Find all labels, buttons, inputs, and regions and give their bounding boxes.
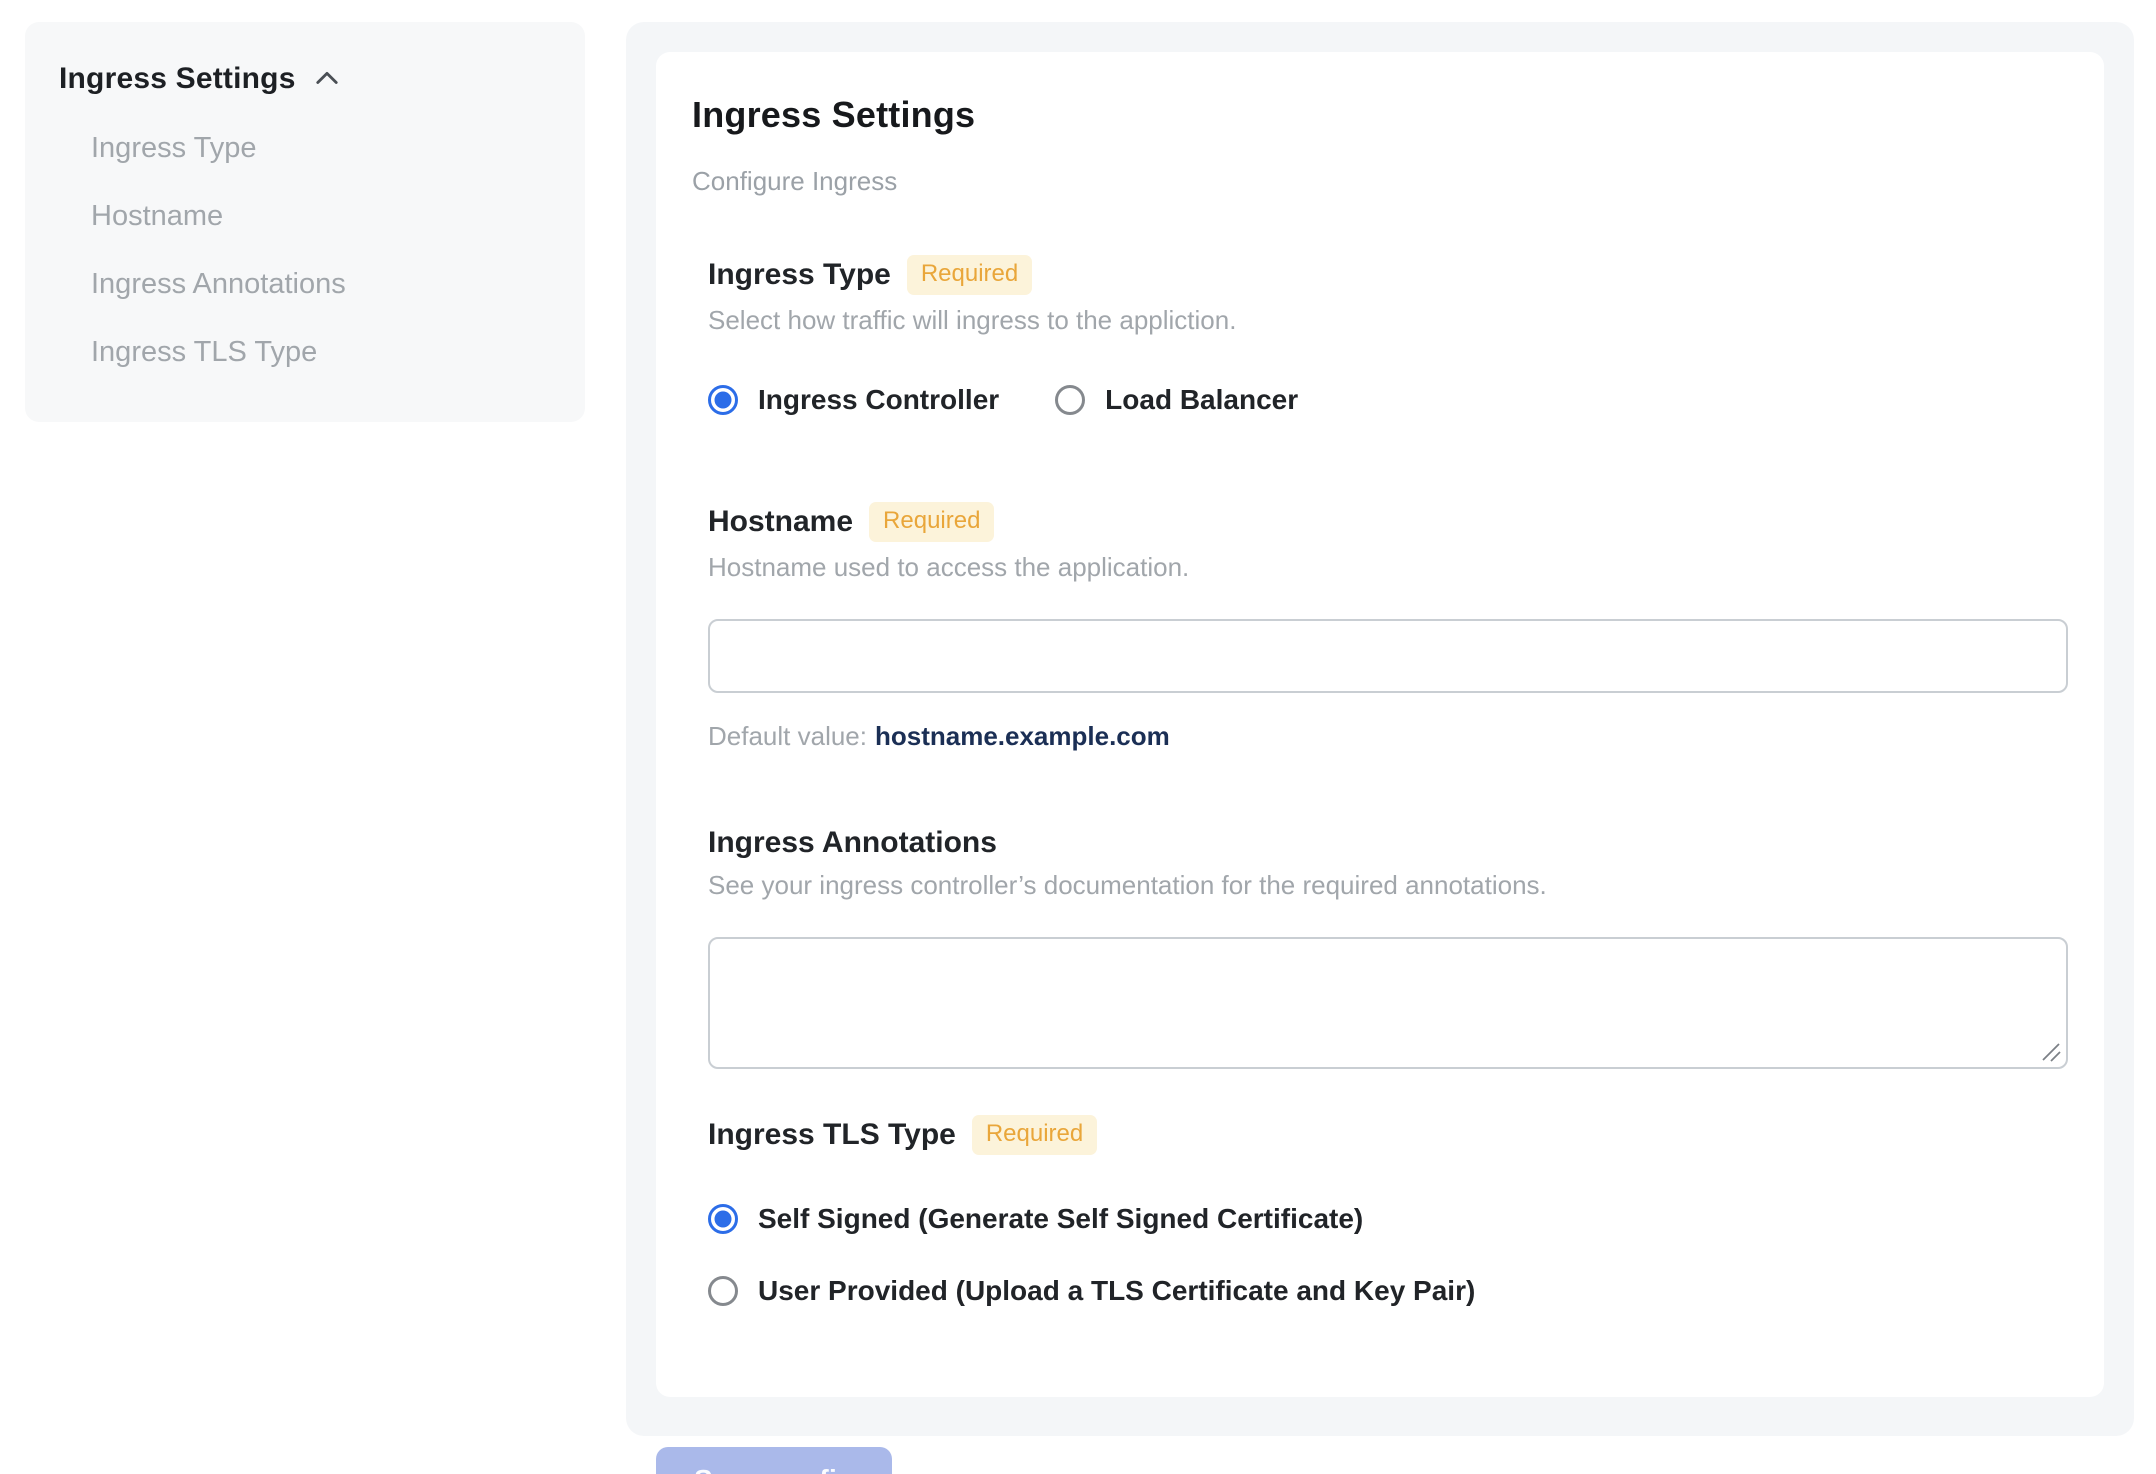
section-hostname: Hostname Required Hostname used to acces… (708, 502, 2068, 752)
radio-self-signed[interactable]: Self Signed (Generate Self Signed Certif… (708, 1203, 2068, 1235)
default-value-label: Default value: (708, 721, 867, 751)
ingress-tls-type-label: Ingress TLS Type (708, 1118, 956, 1151)
sidebar-item-ingress-annotations[interactable]: Ingress Annotations (91, 268, 551, 301)
hostname-default-line: Default value: hostname.example.com (708, 721, 2068, 752)
sidebar-section-title: Ingress Settings (59, 62, 296, 95)
sidebar-item-ingress-type[interactable]: Ingress Type (91, 132, 551, 165)
default-value-text: hostname.example.com (874, 721, 1170, 751)
radio-selected-icon[interactable] (708, 1204, 738, 1234)
required-badge: Required (906, 255, 1033, 295)
section-ingress-tls-type: Ingress TLS Type Required (708, 1115, 2068, 1155)
hostname-input[interactable] (708, 619, 2068, 693)
hostname-description: Hostname used to access the application. (708, 552, 1190, 582)
section-ingress-type: Ingress Type Required Select how traffic… (708, 255, 2068, 336)
radio-unselected-icon[interactable] (1055, 385, 1086, 415)
ingress-type-label: Ingress Type (708, 258, 891, 291)
tls-radio-group: Self Signed (Generate Self Signed Certif… (708, 1203, 2068, 1307)
save-config-button[interactable]: Save config (656, 1447, 893, 1474)
ingress-annotations-description: See your ingress controller’s documentat… (708, 870, 1547, 900)
required-badge: Required (869, 502, 995, 542)
radio-self-signed-label[interactable]: Self Signed (Generate Self Signed Certif… (758, 1203, 1363, 1235)
radio-ingress-controller-label[interactable]: Ingress Controller (758, 384, 999, 416)
chevron-up-icon[interactable] (310, 62, 344, 96)
radio-unselected-icon[interactable] (708, 1276, 738, 1306)
radio-load-balancer[interactable]: Load Balancer (1055, 384, 1298, 416)
section-ingress-annotations: Ingress Annotations See your ingress con… (708, 826, 2068, 1069)
ingress-type-radio-group: Ingress Controller Load Balancer (708, 384, 2068, 416)
hostname-label: Hostname (708, 505, 854, 538)
sidebar-section-toggle[interactable]: Ingress Settings (59, 62, 551, 96)
sidebar-item-list: Ingress Type Hostname Ingress Annotation… (59, 132, 551, 369)
radio-user-provided-label[interactable]: User Provided (Upload a TLS Certificate … (758, 1275, 1475, 1307)
ingress-type-description: Select how traffic will ingress to the a… (708, 305, 1237, 335)
radio-selected-icon[interactable] (708, 385, 738, 415)
radio-load-balancer-label[interactable]: Load Balancer (1105, 384, 1298, 416)
settings-panel: Ingress Settings Configure Ingress Ingre… (626, 22, 2134, 1474)
required-badge: Required (971, 1115, 1098, 1155)
settings-sidebar: Ingress Settings Ingress Type Hostname I… (25, 22, 585, 422)
ingress-annotations-label: Ingress Annotations (708, 826, 997, 859)
ingress-annotations-textarea[interactable] (708, 937, 2068, 1069)
page-title: Ingress Settings (692, 94, 976, 135)
sidebar-item-ingress-tls-type[interactable]: Ingress TLS Type (91, 336, 551, 369)
sidebar-item-hostname[interactable]: Hostname (91, 200, 551, 233)
radio-ingress-controller[interactable]: Ingress Controller (708, 384, 999, 416)
ingress-settings-card: Ingress Settings Configure Ingress Ingre… (656, 52, 2104, 1397)
radio-user-provided[interactable]: User Provided (Upload a TLS Certificate … (708, 1275, 2068, 1307)
page-subtitle: Configure Ingress (692, 166, 898, 196)
